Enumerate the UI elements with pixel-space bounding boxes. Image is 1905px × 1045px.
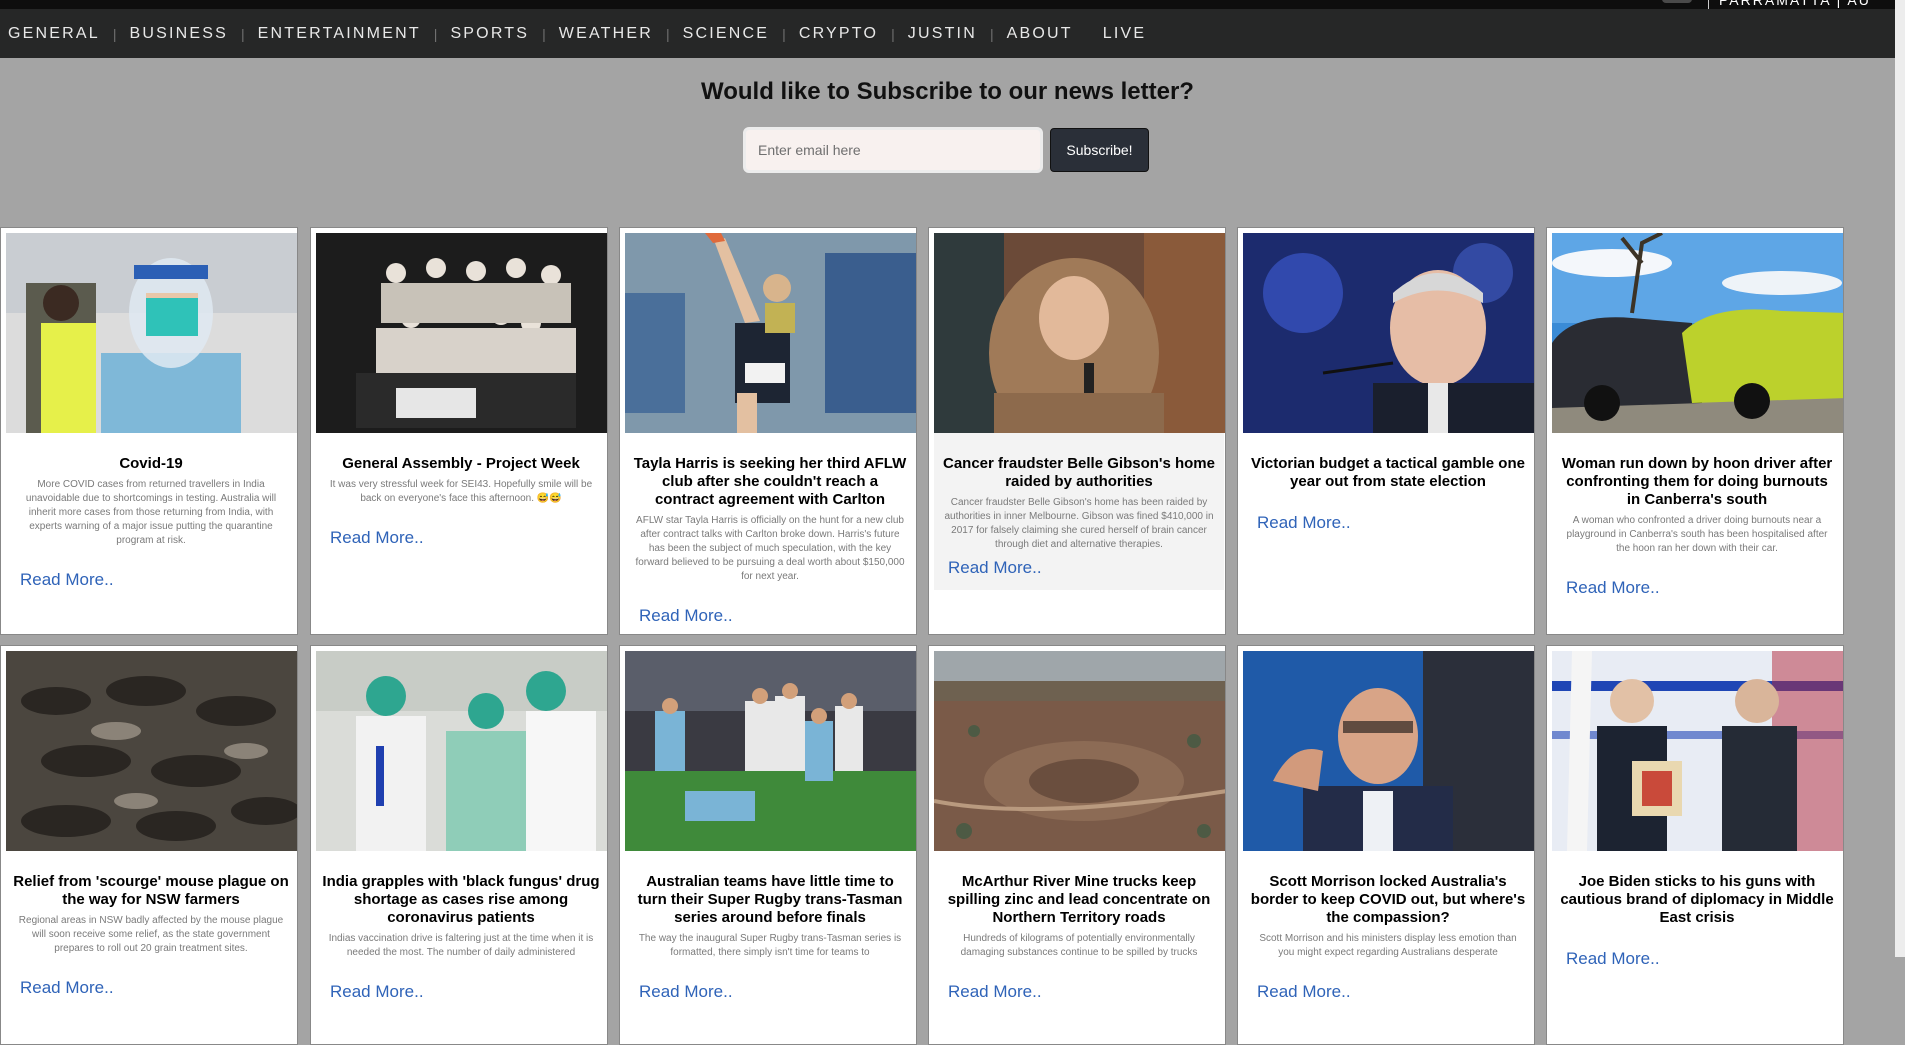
news-card[interactable]: Tayla Harris is seeking her third AFLW c…: [619, 227, 917, 635]
nav-item-sports[interactable]: SPORTS: [437, 25, 542, 43]
news-card-body: Australian teams have little time to tur…: [625, 851, 915, 1002]
news-card-description: More COVID cases from returned traveller…: [25, 479, 277, 546]
news-card-title: Relief from 'scourge' mouse plague on th…: [13, 873, 289, 908]
news-card-image[interactable]: [1243, 651, 1534, 851]
news-card-description: Regional areas in NSW badly affected by …: [18, 915, 284, 954]
read-more-link[interactable]: Read More..: [1257, 982, 1527, 1002]
subscribe-heading: Would like to Subscribe to our news lett…: [701, 78, 1194, 105]
news-card-description: AFLW star Tayla Harris is officially on …: [635, 515, 905, 582]
news-card[interactable]: Relief from 'scourge' mouse plague on th…: [0, 645, 298, 1045]
nav-item-general[interactable]: GENERAL: [0, 25, 113, 43]
read-more-link[interactable]: Read More..: [20, 570, 290, 590]
news-card-title: Woman run down by hoon driver after conf…: [1561, 455, 1833, 508]
top-bar-button[interactable]: [1662, 0, 1692, 3]
nav-item-weather[interactable]: WEATHER: [546, 25, 666, 43]
nav-item-justin[interactable]: JUSTIN: [895, 25, 990, 43]
news-card-image[interactable]: [316, 233, 607, 433]
news-card[interactable]: Cancer fraudster Belle Gibson's home rai…: [928, 227, 1226, 635]
nav-item-crypto[interactable]: CRYPTO: [786, 25, 891, 43]
read-more-link[interactable]: Read More..: [639, 606, 909, 626]
news-card-body: Covid-19 More COVID cases from returned t…: [6, 433, 296, 590]
page-scrollbar[interactable]: [1895, 0, 1905, 957]
news-card-title: General Assembly - Project Week: [342, 455, 580, 472]
read-more-link[interactable]: Read More..: [20, 978, 290, 998]
news-card-body: Joe Biden sticks to his guns with cautio…: [1552, 851, 1842, 969]
news-card-body: Tayla Harris is seeking her third AFLW c…: [625, 433, 915, 626]
news-card-body: McArthur River Mine trucks keep spilling…: [934, 851, 1224, 1002]
news-card[interactable]: Joe Biden sticks to his guns with cautio…: [1546, 645, 1844, 1045]
news-card-image[interactable]: [6, 233, 297, 433]
news-card-description: Cancer fraudster Belle Gibson's home has…: [944, 497, 1214, 550]
news-card-title: McArthur River Mine trucks keep spilling…: [947, 873, 1211, 926]
news-card-image[interactable]: [625, 233, 916, 433]
read-more-link[interactable]: Read More..: [330, 528, 600, 548]
top-bar: PARRAMATTA | AU: [0, 0, 1895, 9]
news-card-image[interactable]: [1552, 651, 1843, 851]
news-card-image[interactable]: [6, 651, 297, 851]
news-card[interactable]: Australian teams have little time to tur…: [619, 645, 917, 1045]
subscribe-button[interactable]: Subscribe!: [1050, 128, 1149, 172]
news-card-description: The way the inaugural Super Rugby trans-…: [638, 933, 902, 958]
news-card-body: Cancer fraudster Belle Gibson's home rai…: [934, 433, 1224, 590]
news-card[interactable]: Victorian budget a tactical gamble one y…: [1237, 227, 1535, 635]
nav-item-live[interactable]: LIVE: [1090, 25, 1160, 43]
news-card-title: Joe Biden sticks to his guns with cautio…: [1560, 873, 1834, 926]
nav-item-business[interactable]: BUSINESS: [117, 25, 242, 43]
news-card[interactable]: India grapples with 'black fungus' drug …: [310, 645, 608, 1045]
news-card-description: A woman who confronted a driver doing bu…: [1566, 515, 1828, 554]
news-card-body: Scott Morrison locked Australia's border…: [1243, 851, 1533, 1002]
news-card-image[interactable]: [934, 651, 1225, 851]
news-card-body: India grapples with 'black fungus' drug …: [316, 851, 606, 1002]
location-label: PARRAMATTA | AU: [1708, 0, 1871, 9]
nav-item-entertainment[interactable]: ENTERTAINMENT: [245, 25, 434, 43]
news-card-description: Scott Morrison and his ministers display…: [1259, 933, 1517, 958]
news-card-body: Relief from 'scourge' mouse plague on th…: [6, 851, 296, 998]
main-navigation: GENERAL | BUSINESS | ENTERTAINMENT | SPORTS | WE…: [0, 9, 1895, 58]
nav-item-about[interactable]: ABOUT: [994, 25, 1086, 43]
subscribe-form: Subscribe!: [743, 127, 1149, 173]
news-card-body: General Assembly - Project Week It was ve…: [316, 433, 606, 548]
news-card-title: Cancer fraudster Belle Gibson's home rai…: [943, 455, 1215, 490]
read-more-link[interactable]: Read More..: [1566, 578, 1836, 598]
read-more-link[interactable]: Read More..: [948, 982, 1218, 1002]
email-input[interactable]: [743, 127, 1043, 173]
news-card-image[interactable]: [1552, 233, 1843, 433]
news-card[interactable]: Woman run down by hoon driver after conf…: [1546, 227, 1844, 635]
news-card-title: Victorian budget a tactical gamble one y…: [1251, 455, 1525, 490]
read-more-link[interactable]: Read More..: [639, 982, 909, 1002]
news-card-description: Hundreds of kilograms of potentially env…: [960, 933, 1198, 958]
news-card-title: Scott Morrison locked Australia's border…: [1250, 873, 1526, 926]
news-card[interactable]: General Assembly - Project Week It was ve…: [310, 227, 608, 635]
read-more-link[interactable]: Read More..: [1257, 513, 1527, 533]
news-card[interactable]: Covid-19 More COVID cases from returned t…: [0, 227, 298, 635]
news-card-description: Indias vaccination drive is faltering ju…: [328, 933, 594, 958]
nav-item-science[interactable]: SCIENCE: [670, 25, 783, 43]
news-card-body: Woman run down by hoon driver after conf…: [1552, 433, 1842, 598]
read-more-link[interactable]: Read More..: [1566, 949, 1836, 969]
news-card-image[interactable]: [316, 651, 607, 851]
news-card[interactable]: McArthur River Mine trucks keep spilling…: [928, 645, 1226, 1045]
news-card-title: Tayla Harris is seeking her third AFLW c…: [633, 455, 907, 508]
read-more-link[interactable]: Read More..: [330, 982, 600, 1002]
news-card-title: India grapples with 'black fungus' drug …: [322, 873, 600, 926]
news-card-image[interactable]: [1243, 233, 1534, 433]
news-card[interactable]: Scott Morrison locked Australia's border…: [1237, 645, 1535, 1045]
news-card-title: Australian teams have little time to tur…: [637, 873, 903, 926]
news-card-body: Victorian budget a tactical gamble one y…: [1243, 433, 1533, 533]
news-card-image[interactable]: [934, 233, 1225, 433]
news-card-description: It was very stressful week for SEI43. Ho…: [329, 479, 593, 504]
news-card-title: Covid-19: [119, 455, 183, 472]
read-more-link[interactable]: Read More..: [948, 558, 1218, 578]
news-card-image[interactable]: [625, 651, 916, 851]
